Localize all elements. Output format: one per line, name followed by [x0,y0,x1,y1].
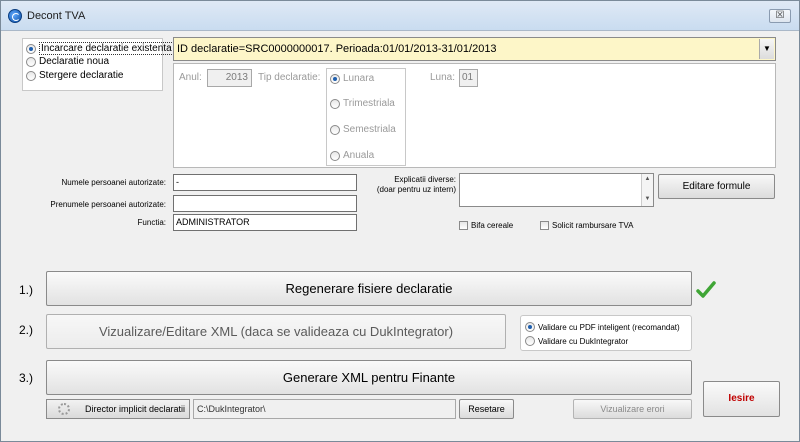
type-option-label: Lunara [343,73,375,84]
validation-option-pdf[interactable]: Validare cu PDF inteligent (recomandat) [525,322,680,332]
radio-button[interactable] [26,56,36,67]
title-bar: Decont TVA ☒ [1,1,799,31]
type-option-yearly[interactable]: Anuala [330,150,374,161]
type-option-label: Trimestriala [343,98,395,109]
radio-button[interactable] [330,124,340,135]
validation-option-label: Validare cu PDF inteligent (recomandat) [538,322,680,332]
type-option-quarterly[interactable]: Trimestriala [330,98,395,109]
function-field[interactable]: ADMINISTRATOR [173,214,357,231]
validation-option-dukintegrator[interactable]: Validare cu DukIntegrator [525,336,628,346]
scroll-down-icon[interactable]: ▼ [642,196,653,202]
name-label: Numele persoanei autorizate: [61,178,166,187]
type-label: Tip declaratie: [258,72,321,83]
decont-tva-window: Decont TVA ☒ Incarcare declaratie existe… [0,0,800,442]
type-option-label: Semestriala [343,124,396,135]
checkbox-box[interactable] [540,221,549,230]
step-3-number: 3.) [19,371,34,385]
checkbox-box[interactable] [459,221,468,230]
declaration-select[interactable]: ID declaratie=SRC0000000017. Perioada:01… [173,37,776,61]
radio-button[interactable] [525,336,535,346]
rambursare-checkbox-label: Solicit rambursare TVA [552,221,634,230]
type-option-semester[interactable]: Semestriala [330,124,396,135]
month-label: Luna: [430,72,456,83]
declaration-select-value: ID declaratie=SRC0000000017. Perioada:01… [177,43,497,55]
name-field[interactable]: - [173,174,357,191]
step-1-number: 1.) [19,283,34,297]
validation-radio-group: Validare cu PDF inteligent (recomandat) … [520,315,692,351]
default-directory-button[interactable]: Director implicit declaratii [46,399,190,419]
scroll-up-icon[interactable]: ▲ [642,176,653,182]
notes-field[interactable]: ▲ ▼ [459,173,654,207]
rambursare-checkbox[interactable]: Solicit rambursare TVA [540,221,634,230]
radio-button-selected[interactable] [330,73,340,84]
gear-icon [58,403,70,415]
default-directory-label: Director implicit declaratii [84,404,185,414]
app-icon [8,9,22,23]
firstname-field[interactable] [173,195,357,212]
regenerate-files-button[interactable]: Regenerare fisiere declaratie [46,271,692,306]
generate-xml-button[interactable]: Generare XML pentru Finante [46,360,692,395]
radio-button[interactable] [330,98,340,109]
radio-button[interactable] [26,70,36,81]
year-label: Anul: [179,72,202,83]
radio-button-selected[interactable] [26,43,36,54]
cereale-checkbox[interactable]: Bifa cereale [459,221,513,230]
window-title: Decont TVA [27,10,86,22]
type-option-monthly[interactable]: Lunara [330,73,374,84]
mode-option-label: Incarcare declaratie existenta [39,42,174,55]
mode-option-delete[interactable]: Stergere declaratie [26,70,124,81]
chevron-down-icon[interactable]: ▼ [759,39,774,59]
close-button[interactable]: ☒ [769,9,791,23]
month-field[interactable]: 01 [459,69,478,87]
check-icon [696,281,716,298]
year-field[interactable]: 2013 [207,69,252,87]
mode-option-new[interactable]: Declaratie noua [26,56,109,67]
type-option-label: Anuala [343,150,375,161]
reset-button[interactable]: Resetare [459,399,514,419]
function-label: Functia: [137,218,166,227]
validation-option-label: Validare cu DukIntegrator [538,336,629,346]
view-edit-xml-button[interactable]: Vizualizare/Editare XML (daca se validea… [46,314,506,349]
mode-radio-group: Incarcare declaratie existenta Declarati… [22,38,174,91]
notes-label: Explicatii diverse: [394,175,456,184]
cereale-checkbox-label: Bifa cereale [471,221,514,230]
edit-formulas-button[interactable]: Editare formule [658,174,775,199]
firstname-label: Prenumele persoanei autorizate: [50,200,166,209]
mode-option-load[interactable]: Incarcare declaratie existenta [26,42,174,55]
exit-button[interactable]: Iesire [703,381,780,417]
mode-option-label: Declaratie noua [39,56,110,67]
declaration-type-group: Lunara Trimestriala Semestriala Anuala [326,68,406,166]
radio-button[interactable] [330,150,340,161]
notes-sublabel: (doar pentru uz intern) [376,185,456,194]
mode-option-label: Stergere declaratie [39,70,124,81]
view-errors-button[interactable]: Vizualizare erori [573,399,692,419]
step-2-number: 2.) [19,323,34,337]
radio-button-selected[interactable] [525,322,535,332]
notes-scrollbar[interactable]: ▲ ▼ [641,174,653,206]
directory-path-field[interactable]: C:\DukIntegrator\ [193,399,456,419]
